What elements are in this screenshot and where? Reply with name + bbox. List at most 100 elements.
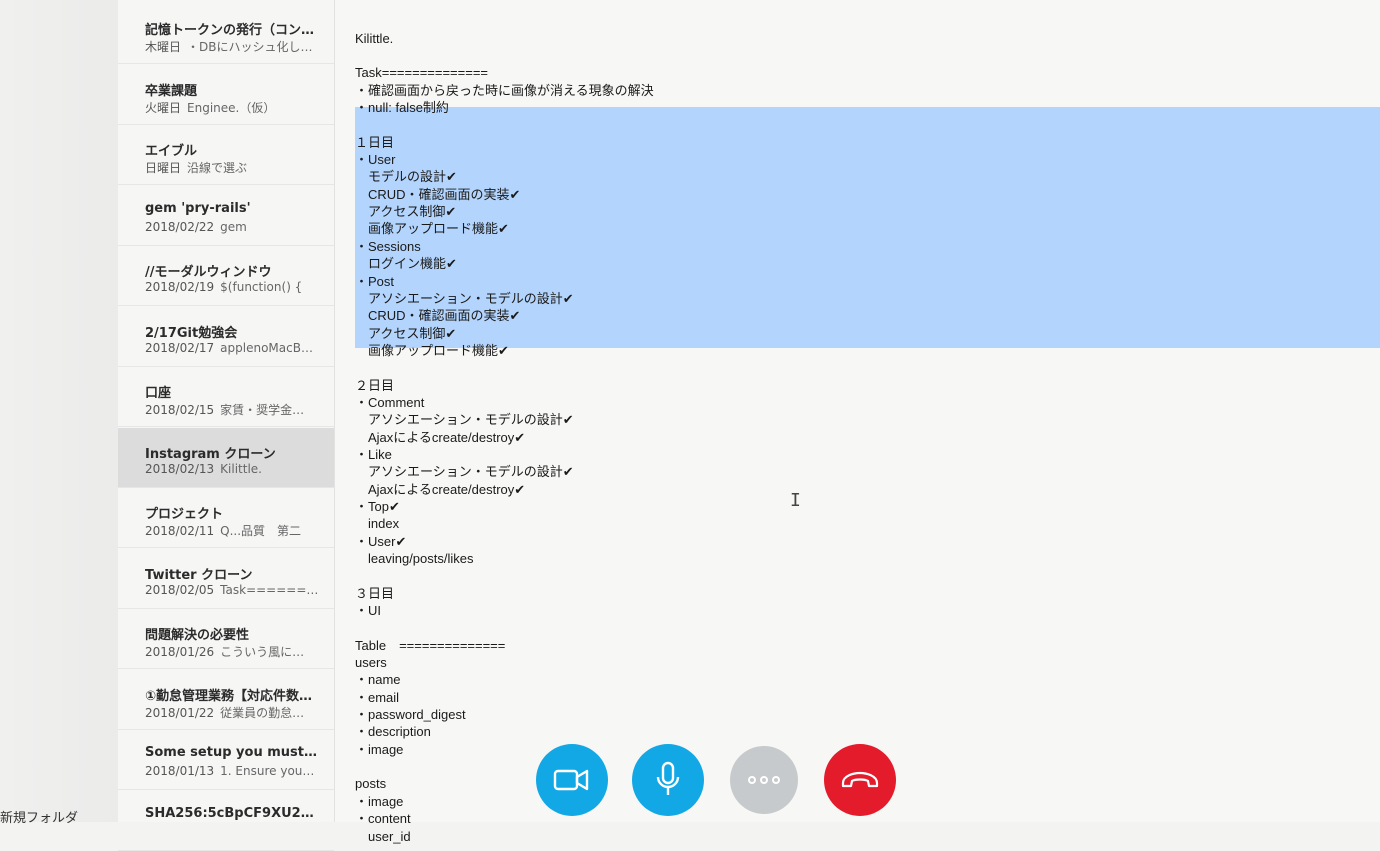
folder-sidebar: 新規フォルダ — [0, 0, 118, 826]
note-meta: 2018/01/26 こういう風に… — [145, 643, 327, 660]
note-preview: Kilittle. — [220, 461, 262, 476]
note-list-item[interactable]: Some setup you must… 2018/01/13 1. Ensure … — [118, 730, 334, 790]
note-editor[interactable]: Kilittle. Task============== ・確認画面から戻った時に画… — [335, 0, 1380, 844]
note-line: ・image — [355, 793, 404, 809]
note-meta: 2018/01/13 1. Ensure you… — [145, 764, 327, 778]
note-line: Table ============== — [355, 637, 506, 653]
note-meta: 2018/02/17 applenoMacB… — [145, 341, 327, 355]
note-meta — [145, 825, 327, 839]
note-line: モデルの設計✔ — [355, 169, 457, 185]
hangup-button[interactable] — [824, 744, 896, 816]
note-preview: 1. Ensure you… — [220, 764, 315, 778]
note-line: アクセス制御✔ — [355, 204, 457, 220]
note-list-item[interactable]: SHA256:5cBpCF9XU2… — [118, 791, 334, 851]
note-list: 記憶トークンの発行（コン… 木曜日 ・DBにハッシュ化し… 卒業課題 火曜日 Engine… — [118, 0, 335, 851]
note-date: 2018/02/11 — [145, 524, 215, 538]
note-list-item[interactable]: Twitter クローン 2018/02/05 Task======… — [118, 549, 334, 609]
note-line — [355, 359, 1255, 376]
note-list-item[interactable]: 口座 2018/02/15 家賃・奨学金… — [118, 367, 334, 427]
text-cursor-icon: I — [790, 490, 801, 511]
note-preview: gem — [220, 219, 247, 234]
note-list-item[interactable]: 記憶トークンの発行（コン… 木曜日 ・DBにハッシュ化し… — [118, 4, 334, 64]
note-title: Instagram クローン — [145, 446, 276, 462]
note-list-item[interactable]: gem 'pry-rails' 2018/02/22 gem — [118, 186, 334, 246]
note-line: index — [355, 516, 400, 532]
note-line: ３日目 — [355, 585, 395, 601]
note-title: 問題解決の必要性 — [145, 628, 250, 643]
note-line: １日目 — [355, 134, 395, 150]
note-title: gem 'pry-rails' — [145, 200, 251, 216]
note-title: 記憶トークンの発行（コン… — [145, 23, 315, 38]
note-list-item[interactable]: Instagram クローン 2018/02/13 Kilittle. — [118, 427, 334, 488]
note-preview: $(function() { — [220, 280, 303, 294]
note-list-item[interactable]: 問題解決の必要性 2018/01/26 こういう風に… — [118, 609, 334, 669]
note-title: 口座 — [145, 386, 172, 401]
note-preview: applenoMacB… — [220, 340, 313, 355]
note-preview: Task======… — [220, 582, 319, 597]
note-meta: 2018/02/22 gem — [145, 220, 327, 234]
note-preview: Q...品質 第二 — [220, 524, 302, 538]
note-line — [355, 0, 1255, 12]
more-dots-icon — [748, 776, 780, 784]
hang-up-phone-icon — [841, 771, 879, 788]
note-title: エイブル — [145, 144, 198, 159]
mic-button[interactable] — [632, 744, 704, 816]
video-button[interactable] — [536, 744, 608, 816]
note-meta: 火曜日 Enginee.（仮） — [145, 99, 327, 116]
note-title: Twitter クローン — [145, 567, 253, 583]
note-date: 2018/01/22 — [145, 705, 215, 720]
note-line: ・User✔ — [355, 533, 407, 549]
note-line — [355, 619, 1255, 636]
note-title: プロジェクト — [145, 507, 224, 522]
note-line — [355, 758, 1255, 775]
note-preview: ・DBにハッシュ化し… — [187, 40, 313, 54]
new-folder-button[interactable]: 新規フォルダ — [0, 807, 78, 826]
note-preview: こういう風に… — [220, 645, 305, 659]
note-line: ・Sessions — [355, 238, 421, 254]
note-preview: Enginee.（仮） — [187, 100, 276, 115]
note-line — [355, 47, 1255, 64]
note-line: ・email — [355, 689, 400, 705]
note-date: 日曜日 — [145, 161, 182, 175]
note-meta: 2018/02/13 Kilittle. — [145, 462, 327, 476]
note-list-item[interactable]: プロジェクト 2018/02/11 Q...品質 第二 — [118, 488, 334, 548]
note-line: ・null: false制約 — [355, 100, 449, 116]
note-line: 画像アップロード機能✔ — [355, 342, 509, 358]
note-date: 2018/01/26 — [145, 645, 215, 659]
note-meta: 2018/02/11 Q...品質 第二 — [145, 522, 327, 539]
note-line: Ajaxによるcreate/destroy✔ — [355, 429, 526, 445]
note-line: Task============== — [355, 65, 489, 81]
note-line: ・Post — [355, 273, 395, 289]
note-title: //モーダルウィンドウ — [145, 265, 272, 280]
note-line: 画像アップロード機能✔ — [355, 221, 509, 237]
note-date: 2018/02/22 — [145, 219, 215, 234]
note-line: Kilittle. — [355, 30, 394, 46]
note-line: アソシエーション・モデルの設計✔ — [355, 464, 574, 480]
note-line: アクセス制御✔ — [355, 325, 457, 341]
note-meta: 木曜日 ・DBにハッシュ化し… — [145, 38, 327, 55]
note-list-item[interactable]: 卒業課題 火曜日 Enginee.（仮） — [118, 65, 334, 125]
note-date: 2018/02/05 — [145, 582, 215, 597]
note-line — [355, 567, 1255, 584]
more-button[interactable] — [730, 746, 798, 814]
note-meta: 日曜日 沿線で選ぶ — [145, 159, 327, 176]
note-preview: 従業員の勤怠… — [220, 705, 305, 720]
note-line: posts — [355, 776, 387, 792]
note-title: Some setup you must… — [145, 745, 317, 760]
note-line: CRUD・確認画面の実装✔ — [355, 308, 521, 324]
note-list-item[interactable]: エイブル 日曜日 沿線で選ぶ — [118, 125, 334, 185]
note-line: ・password_digest — [355, 707, 466, 723]
note-list-item[interactable]: ①勤怠管理業務【対応件数… 2018/01/22 従業員の勤怠… — [118, 670, 334, 730]
note-body[interactable]: Kilittle. Task============== ・確認画面から戻った時に画… — [355, 0, 1255, 845]
note-list-item[interactable]: 2/17Git勉強会 2018/02/17 applenoMacB… — [118, 307, 334, 367]
note-line: ・name — [355, 672, 401, 688]
note-line: ・User — [355, 152, 396, 168]
note-line: ・確認画面から戻った時に画像が消える現象の解決 — [355, 82, 654, 98]
note-preview: 沿線で選ぶ — [187, 161, 248, 175]
note-line: ・Like — [355, 446, 392, 462]
note-line: アソシエーション・モデルの設計✔ — [355, 290, 574, 306]
note-line: ・image — [355, 741, 404, 757]
note-date: 木曜日 — [145, 40, 182, 54]
note-preview: 家賃・奨学金… — [220, 403, 305, 417]
note-list-item[interactable]: //モーダルウィンドウ 2018/02/19 $(function() { — [118, 246, 334, 306]
